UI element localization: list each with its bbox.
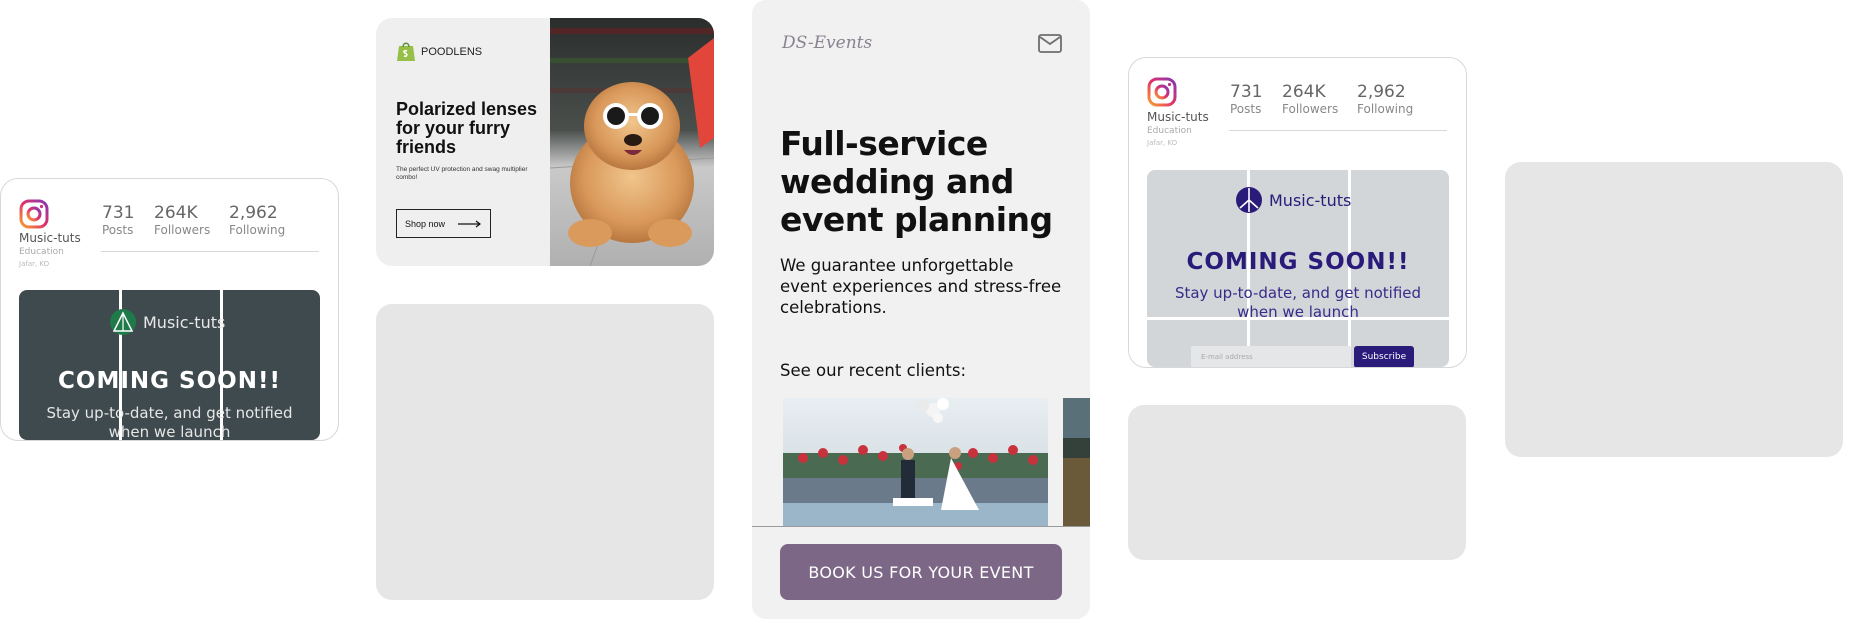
profile-category: Education	[1147, 126, 1192, 136]
shop-brand-name: POODLENS	[421, 45, 483, 58]
post-brand-name: Music-tuts	[1269, 190, 1352, 210]
following-label: Following	[1357, 102, 1414, 116]
followers-stat[interactable]: 264K Followers	[1282, 82, 1338, 116]
mail-icon[interactable]	[1038, 34, 1062, 53]
arrow-right-icon	[458, 220, 481, 227]
post-brand: Music-tuts	[1235, 186, 1351, 214]
post-brand-name: Music-tuts	[143, 312, 226, 332]
event-photo-partial[interactable]	[1063, 398, 1090, 528]
book-event-label: BOOK US FOR YOUR EVENT	[808, 562, 1034, 582]
subscribe-button[interactable]: Subscribe	[1354, 346, 1414, 367]
event-logo[interactable]: DS-Events	[782, 33, 872, 53]
shopify-bag-icon	[397, 42, 415, 61]
peace-logo-icon	[1236, 187, 1262, 213]
followers-stat[interactable]: 264K Followers	[154, 203, 210, 237]
coming-soon-title: COMING SOON!!	[1186, 249, 1410, 275]
posts-label: Posts	[1230, 102, 1262, 116]
dog-with-sunglasses-image	[550, 18, 714, 266]
subscribe-label: Subscribe	[1361, 352, 1407, 362]
instagram-icon	[1147, 77, 1177, 107]
email-input[interactable]: E-mail address	[1191, 346, 1351, 367]
stats-divider	[101, 251, 319, 252]
posts-stat[interactable]: 731 Posts	[102, 203, 134, 237]
followers-label: Followers	[1282, 102, 1339, 116]
posts-stat[interactable]: 731 Posts	[1230, 82, 1262, 116]
instagram-icon	[19, 199, 49, 229]
shop-brand: POODLENS	[396, 40, 482, 63]
posts-label: Posts	[102, 223, 134, 237]
following-label: Following	[229, 223, 286, 237]
stats-divider	[1229, 130, 1447, 131]
followers-count: 264K	[1282, 82, 1326, 102]
profile-location: Jafar, KO	[1147, 139, 1178, 147]
placeholder-card	[1128, 405, 1466, 560]
event-description: We guarantee unforgettable event experie…	[780, 256, 1062, 317]
following-count: 2,962	[229, 203, 278, 223]
following-stat[interactable]: 2,962 Following	[1357, 82, 1413, 116]
ad-headline: Polarized lenses for your furry friends	[396, 99, 538, 157]
followers-label: Followers	[154, 223, 211, 237]
following-stat[interactable]: 2,962 Following	[229, 203, 285, 237]
coming-soon-subtitle: Stay up-to-date, and get notified when w…	[1174, 284, 1422, 321]
wedding-photo[interactable]	[783, 398, 1048, 528]
shop-now-label: Shop now	[405, 218, 446, 229]
placeholder-card	[376, 304, 714, 600]
instagram-card-right: Music-tuts Education Jafar, KO 731 Posts…	[1128, 57, 1467, 368]
profile-name: Music-tuts	[1147, 110, 1209, 124]
ad-body: The perfect UV protection and swag multi…	[396, 166, 528, 181]
email-placeholder: E-mail address	[1201, 353, 1253, 361]
instagram-post[interactable]: Music-tuts COMING SOON!! Stay up-to-date…	[1147, 170, 1449, 367]
placeholder-card	[1505, 162, 1843, 457]
following-count: 2,962	[1357, 82, 1406, 102]
followers-count: 264K	[154, 203, 198, 223]
posts-count: 731	[102, 203, 135, 223]
profile-category: Education	[19, 247, 64, 257]
profile-name: Music-tuts	[19, 231, 81, 245]
book-event-button[interactable]: BOOK US FOR YOUR EVENT	[780, 544, 1062, 600]
coming-soon-title: COMING SOON!!	[58, 368, 281, 394]
instagram-post[interactable]: Music-tuts COMING SOON!! Stay up-to-date…	[19, 290, 320, 440]
shop-now-button[interactable]: Shop now	[396, 209, 491, 238]
profile-location: Jafar, KO	[19, 260, 50, 268]
event-page: DS-Events Full-service wedding and event…	[752, 0, 1090, 619]
tent-logo-icon	[110, 309, 136, 335]
instagram-card-left: Music-tuts Education Jafar, KO 731 Posts…	[0, 178, 339, 441]
post-brand: Music-tuts	[109, 308, 225, 336]
coming-soon-subtitle: Stay up-to-date, and get notified when w…	[46, 404, 293, 440]
event-headline: Full-service wedding and event planning	[780, 124, 1053, 239]
clients-label: See our recent clients:	[780, 361, 967, 380]
posts-count: 731	[1230, 82, 1263, 102]
shop-ad-card: POODLENS Polarized lenses for your furry…	[376, 18, 714, 266]
